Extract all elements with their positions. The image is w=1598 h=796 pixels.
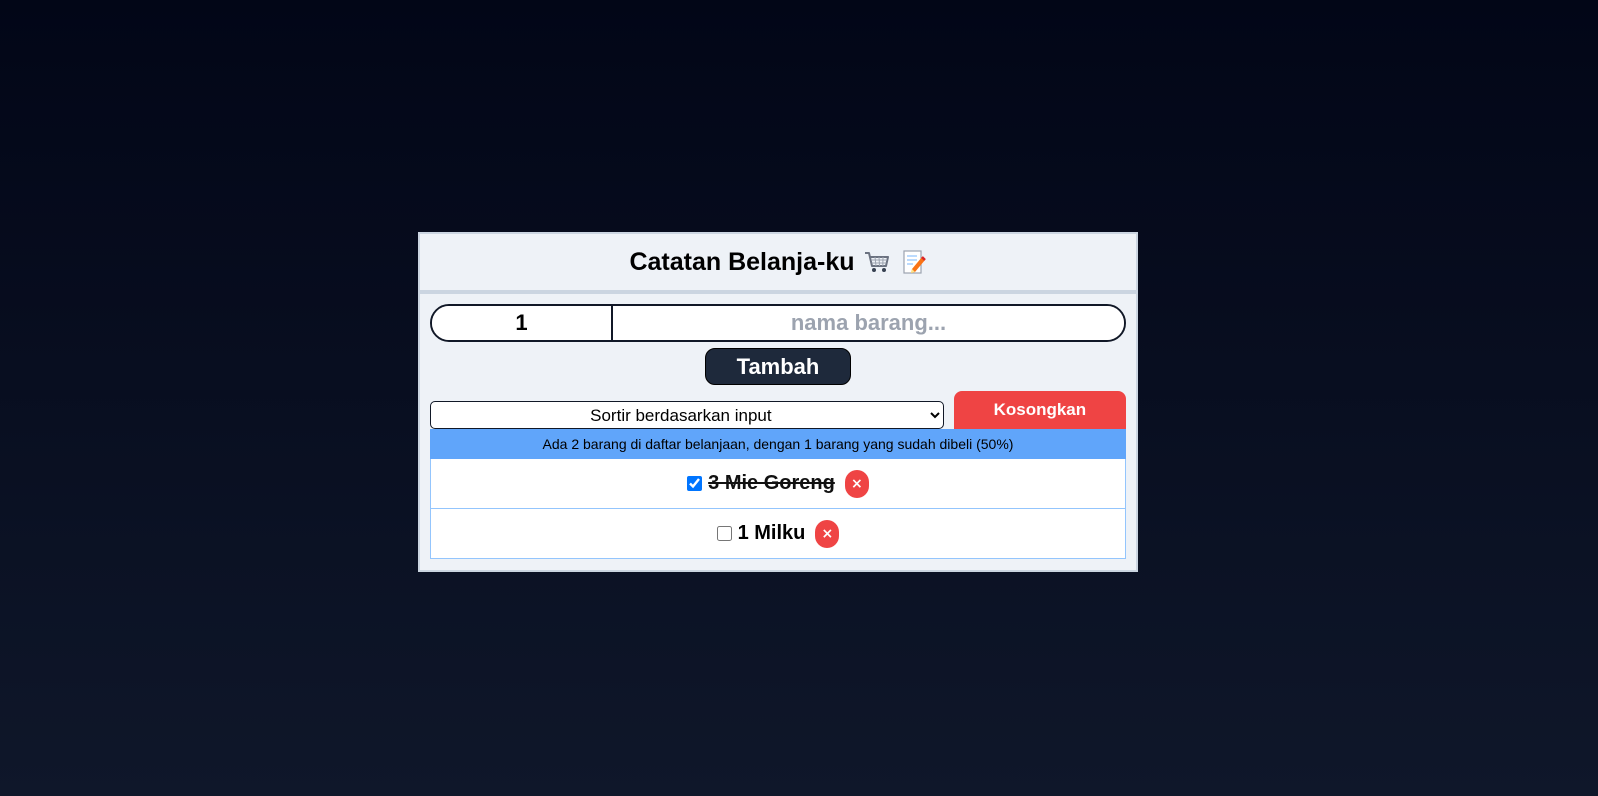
clear-list-button[interactable]: Kosongkan xyxy=(953,391,1126,429)
sort-select[interactable]: Sortir berdasarkan input xyxy=(430,401,944,429)
add-button[interactable]: Tambah xyxy=(705,348,851,385)
list-item: 1 Milku × xyxy=(430,509,1126,559)
item-name-input[interactable] xyxy=(613,306,1124,340)
memo-icon xyxy=(899,248,927,276)
shopping-list-app: Catatan Belanja-ku Tambah xyxy=(418,232,1138,572)
item-label: 1 Milku xyxy=(737,522,806,544)
shopping-cart-icon xyxy=(863,248,891,276)
delete-item-button[interactable]: × xyxy=(844,469,869,498)
quantity-input[interactable] xyxy=(432,306,613,340)
add-button-container: Tambah xyxy=(420,348,1136,385)
app-header: Catatan Belanja-ku xyxy=(420,234,1136,294)
item-checkbox[interactable] xyxy=(687,476,703,491)
item-checkbox[interactable] xyxy=(716,526,732,541)
add-item-form xyxy=(430,304,1126,342)
list-summary: Ada 2 barang di daftar belanjaan, dengan… xyxy=(430,429,1126,459)
shopping-list: 3 Mie Goreng × 1 Milku × xyxy=(430,459,1126,559)
app-title: Catatan Belanja-ku xyxy=(629,247,855,276)
list-item: 3 Mie Goreng × xyxy=(430,459,1126,509)
item-label: 3 Mie Goreng xyxy=(708,472,835,494)
list-controls: Sortir berdasarkan input Kosongkan xyxy=(430,391,1126,429)
delete-item-button[interactable]: × xyxy=(815,519,840,548)
